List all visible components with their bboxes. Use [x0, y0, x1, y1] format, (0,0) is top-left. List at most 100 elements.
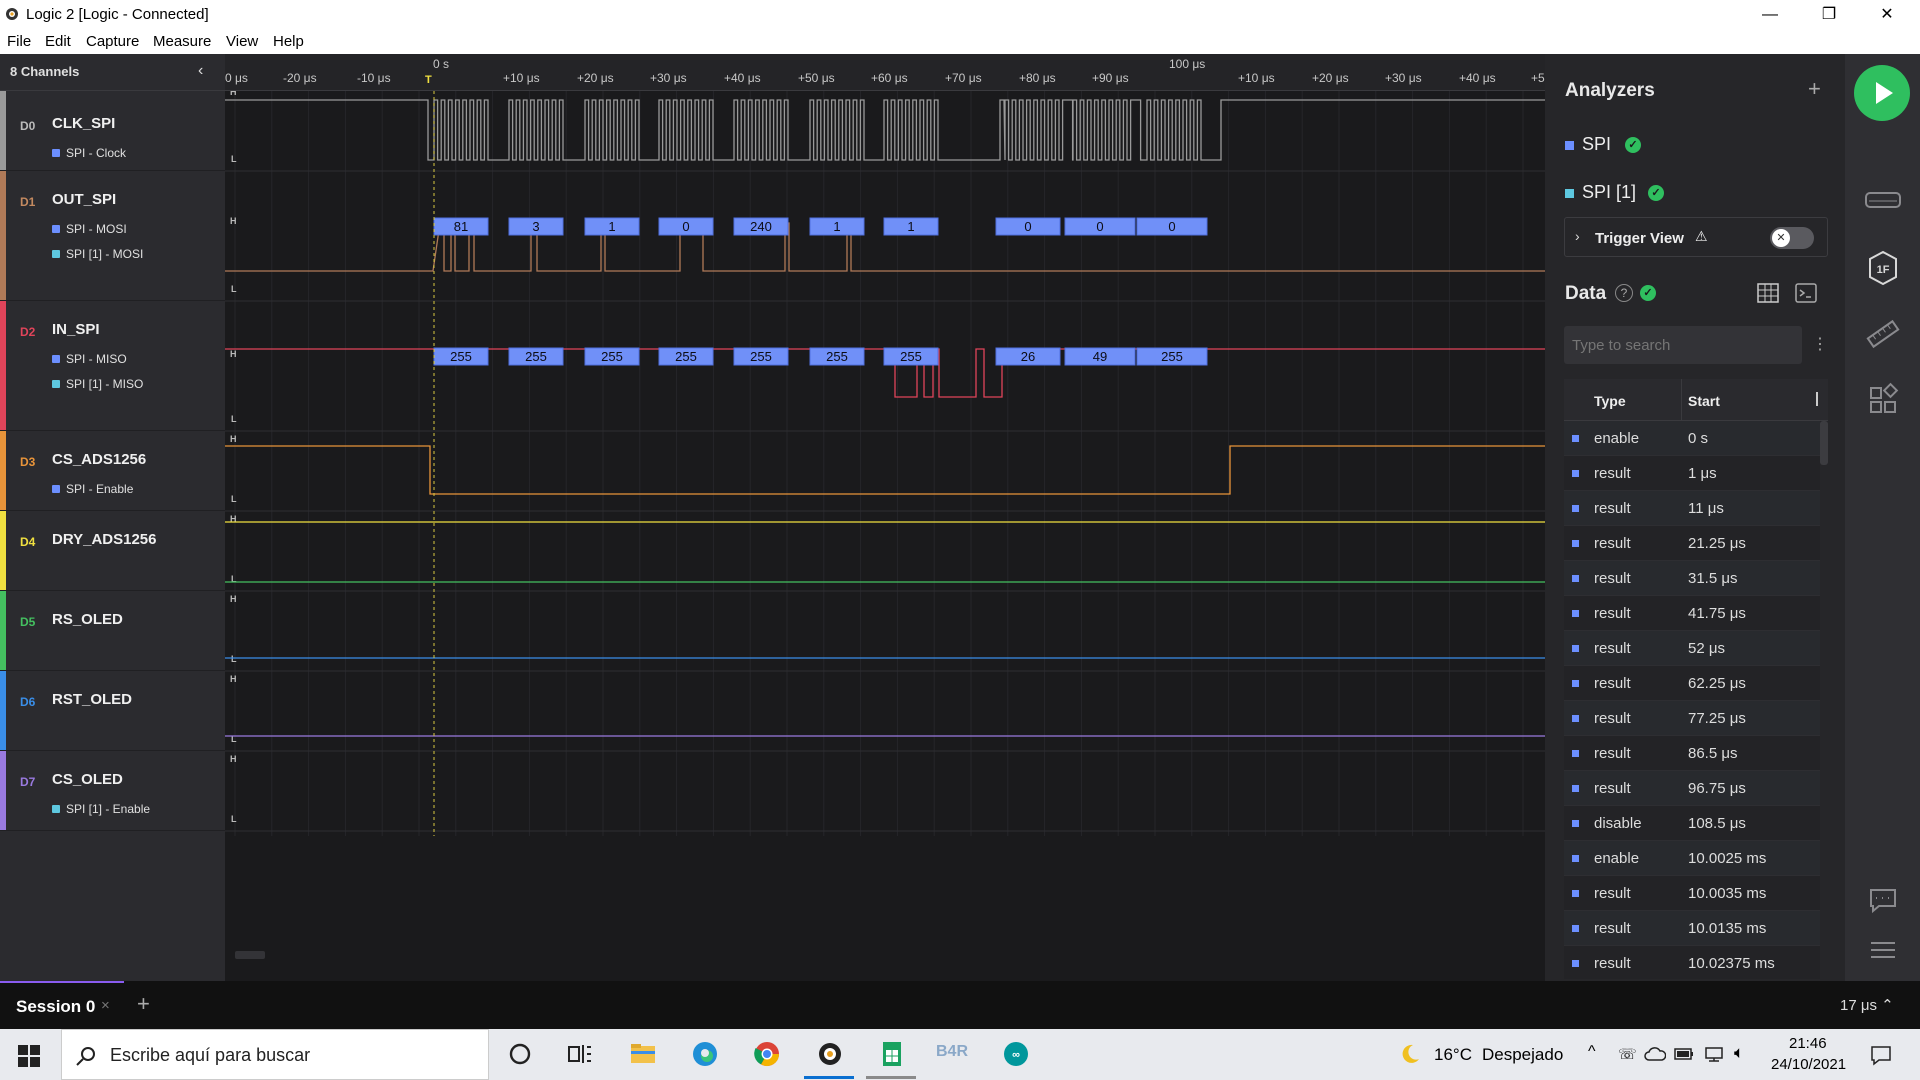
row-start: 10.02375 ms	[1688, 955, 1775, 972]
arduino-icon[interactable]: ∞	[1001, 1039, 1031, 1069]
data-table-row[interactable]: result 41.75 μs	[1564, 596, 1820, 631]
data-table-row[interactable]: result 10.0035 ms	[1564, 876, 1820, 911]
data-table-row[interactable]: result 11 μs	[1564, 491, 1820, 526]
weather-text[interactable]: Despejado	[1482, 1045, 1563, 1065]
channel-name[interactable]: IN_SPI	[52, 321, 100, 338]
data-table-row[interactable]: result 10.02375 ms	[1564, 946, 1820, 979]
data-table-row[interactable]: result 10.0135 ms	[1564, 911, 1820, 946]
channel-row-d0[interactable]: D0 CLK_SPI SPI - Clock	[0, 91, 225, 171]
channel-row-d3[interactable]: D3 CS_ADS1256 SPI - Enable	[0, 431, 225, 511]
data-search-input[interactable]	[1572, 334, 1792, 356]
hamburger-menu-icon[interactable]	[1863, 931, 1903, 971]
cortana-icon[interactable]	[505, 1039, 535, 1069]
feedback-icon[interactable]	[1863, 880, 1903, 920]
help-icon[interactable]: ?	[1615, 284, 1633, 302]
channel-row-d1[interactable]: D1 OUT_SPI SPI - MOSI SPI [1] - MOSI	[0, 171, 225, 301]
extensions-icon[interactable]	[1863, 380, 1903, 420]
menu-view[interactable]: View	[226, 33, 258, 50]
terminal-view-icon[interactable]	[1795, 283, 1817, 303]
chevron-right-icon[interactable]: ›	[1575, 228, 1580, 244]
chrome-icon[interactable]	[752, 1039, 782, 1069]
data-table[interactable]: Type Start enable 0 s result 1 μs result 11 μ…	[1564, 379, 1828, 979]
channel-row-d2[interactable]: D2 IN_SPI SPI - MISO SPI [1] - MISO	[0, 301, 225, 431]
add-session-icon[interactable]: +	[137, 991, 150, 1017]
network-icon[interactable]	[1704, 1046, 1724, 1062]
data-table-row[interactable]: result 52 μs	[1564, 631, 1820, 666]
windows-start-icon[interactable]	[18, 1045, 40, 1067]
onedrive-icon[interactable]	[1644, 1046, 1666, 1062]
data-table-row[interactable]: disable 108.5 μs	[1564, 806, 1820, 841]
minimize-button[interactable]: —	[1747, 3, 1793, 27]
restore-button[interactable]: ❐	[1806, 3, 1852, 27]
data-table-scrollbar[interactable]	[1820, 421, 1828, 465]
data-search-box[interactable]	[1564, 326, 1802, 364]
file-explorer-icon[interactable]	[628, 1039, 658, 1069]
channel-name[interactable]: OUT_SPI	[52, 191, 116, 208]
trigger-view-toggle[interactable]: ✕	[1770, 227, 1814, 249]
trigger-view-row[interactable]: › Trigger View ⚠ ✕	[1564, 217, 1828, 257]
data-table-row[interactable]: enable 10.0025 ms	[1564, 841, 1820, 876]
data-table-row[interactable]: result 1 μs	[1564, 456, 1820, 491]
menu-edit[interactable]: Edit	[45, 33, 71, 50]
weather-temp[interactable]: 16°C	[1434, 1045, 1472, 1065]
menu-help[interactable]: Help	[273, 33, 304, 50]
measure-ruler-icon[interactable]	[1863, 314, 1903, 354]
close-tab-icon[interactable]: ×	[101, 997, 110, 1014]
battery-icon[interactable]	[1674, 1047, 1694, 1061]
channel-row-d4[interactable]: D4 DRY_ADS1256	[0, 511, 225, 591]
close-window-button[interactable]: ✕	[1864, 3, 1910, 27]
data-table-row[interactable]: result 77.25 μs	[1564, 701, 1820, 736]
svg-text:∞: ∞	[1012, 1049, 1020, 1061]
chevron-up-icon[interactable]: ^	[1588, 1043, 1596, 1061]
sheets-icon[interactable]	[877, 1039, 907, 1069]
table-view-icon[interactable]	[1757, 283, 1779, 303]
channel-row-d7[interactable]: D7 CS_OLED SPI [1] - Enable	[0, 751, 225, 831]
analyzers-tab-icon[interactable]: 1F	[1863, 248, 1903, 288]
session-tab[interactable]: Session 0 ×	[0, 981, 124, 1029]
horizontal-scrollbar[interactable]	[235, 951, 265, 959]
zoom-indicator[interactable]: 17 μs ⌃	[1840, 996, 1894, 1014]
menu-measure[interactable]: Measure	[153, 33, 211, 50]
data-table-row[interactable]: result 62.25 μs	[1564, 666, 1820, 701]
more-options-icon[interactable]: ⋮	[1812, 334, 1828, 354]
channel-name[interactable]: CS_OLED	[52, 771, 123, 788]
taskbar-search[interactable]: Escribe aquí para buscar	[61, 1029, 489, 1080]
waveform-canvas[interactable]: HLHLHLHLHLHLHLHL 81 3 1 0 240 1 1 0 0 0255 255 255 2…	[225, 91, 1545, 981]
start-capture-button[interactable]	[1854, 65, 1910, 121]
column-header-type[interactable]: Type	[1594, 393, 1626, 409]
channel-name[interactable]: DRY_ADS1256	[52, 531, 157, 548]
channel-row-d5[interactable]: D5 RS_OLED	[0, 591, 225, 671]
clock-time[interactable]: 21:46	[1789, 1035, 1827, 1052]
channel-row-d6[interactable]: D6 RST_OLED	[0, 671, 225, 751]
time-ruler[interactable]: 0 μs -20 μs -10 μs +10 μs +20 μs +30 μs …	[225, 54, 1545, 98]
column-resize-handle[interactable]	[1816, 392, 1818, 406]
data-table-row[interactable]: result 86.5 μs	[1564, 736, 1820, 771]
column-header-start[interactable]: Start	[1688, 393, 1720, 409]
analyzer-item[interactable]: SPI ✓	[1565, 134, 1835, 160]
menu-file[interactable]: File	[7, 33, 31, 50]
data-table-row[interactable]: result 31.5 μs	[1564, 561, 1820, 596]
device-icon[interactable]	[1863, 180, 1903, 220]
channel-name[interactable]: CS_ADS1256	[52, 451, 146, 468]
notifications-icon[interactable]	[1870, 1044, 1892, 1066]
data-table-row[interactable]: enable 0 s	[1564, 421, 1820, 456]
waveform-view[interactable]: 0 μs -20 μs -10 μs +10 μs +20 μs +30 μs …	[225, 54, 1545, 981]
channel-name[interactable]: CLK_SPI	[52, 115, 115, 132]
meet-now-icon[interactable]: ☏	[1618, 1045, 1637, 1063]
channel-name[interactable]: RS_OLED	[52, 611, 123, 628]
edge-icon[interactable]	[690, 1039, 720, 1069]
chevron-left-icon[interactable]: ‹	[198, 62, 203, 80]
data-table-row[interactable]: result 21.25 μs	[1564, 526, 1820, 561]
task-view-icon[interactable]	[565, 1039, 595, 1069]
logic2-icon[interactable]	[815, 1039, 845, 1069]
clock-date[interactable]: 24/10/2021	[1771, 1056, 1846, 1073]
channel-name[interactable]: RST_OLED	[52, 691, 132, 708]
menu-capture[interactable]: Capture	[86, 33, 139, 50]
plus-icon[interactable]: +	[1808, 76, 1821, 102]
volume-icon[interactable]: 🔈︎	[1734, 1043, 1744, 1063]
data-table-body: enable 0 s result 1 μs result 11 μs result 21.2…	[1564, 421, 1820, 979]
analyzer-item[interactable]: SPI [1] ✓	[1565, 182, 1835, 208]
data-table-row[interactable]: result 96.75 μs	[1564, 771, 1820, 806]
weather-moon-icon[interactable]	[1399, 1043, 1421, 1065]
b4r-icon[interactable]: B4R	[936, 1043, 968, 1061]
